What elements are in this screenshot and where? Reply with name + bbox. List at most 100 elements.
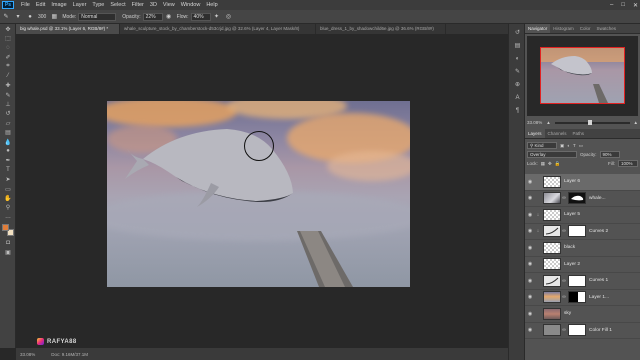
layer-row[interactable]: ◉ Layer 2	[525, 257, 640, 273]
layer-row[interactable]: ◉ sky	[525, 306, 640, 323]
layer-row[interactable]: ◉ ↓ ∞ Curves 2	[525, 224, 640, 240]
layer-mask-thumbnail[interactable]	[568, 192, 586, 205]
move-tool-icon[interactable]: ✥	[2, 25, 14, 33]
zoom-slider-knob[interactable]	[587, 119, 592, 125]
layer-name[interactable]: Layer 6	[564, 179, 580, 184]
tab-histogram[interactable]: Histogram	[550, 24, 577, 33]
rectangle-tool-icon[interactable]: ▭	[2, 185, 14, 193]
clone-source-icon[interactable]: ⊕	[512, 80, 523, 89]
lock-pixels-icon[interactable]: ▦	[541, 161, 545, 167]
layer-row[interactable]: ◉ black	[525, 240, 640, 257]
layer-thumbnail[interactable]	[543, 208, 561, 221]
foreground-color-swatch[interactable]	[2, 224, 9, 232]
layer-thumbnail[interactable]	[543, 307, 561, 320]
tab-whale-sculpture[interactable]: whale_sculpture_stock_by_chamberstock-d5…	[120, 24, 316, 34]
tab-layers[interactable]: Layers	[525, 129, 545, 138]
path-select-tool-icon[interactable]: ➤	[2, 176, 14, 184]
tab-blue-dress[interactable]: blue_dress_1_by_shadowchild6e.jpg @ 36.6…	[316, 24, 446, 34]
quick-select-tool-icon[interactable]: ✐	[2, 54, 14, 62]
navigator-preview[interactable]	[527, 36, 638, 116]
airbrush-icon[interactable]: ✦	[213, 13, 221, 21]
screen-mode-icon[interactable]: ▣	[2, 249, 14, 257]
document-canvas[interactable]	[107, 101, 410, 287]
layer-row[interactable]: ◉ ∞ Curves 1	[525, 273, 640, 290]
zoom-in-icon[interactable]: ▲	[634, 120, 638, 125]
layer-name[interactable]: Layer 5	[564, 212, 580, 217]
properties-icon[interactable]: ▤	[512, 41, 523, 50]
blend-mode-select[interactable]: Overlay	[527, 151, 577, 158]
eye-icon[interactable]: ◉	[525, 228, 535, 234]
layer-row[interactable]: ◉ ∞ whale...	[525, 191, 640, 207]
navigator-zoom-value[interactable]: 33.08%	[527, 120, 542, 125]
layer-row[interactable]: ◉ Layer 6	[525, 174, 640, 191]
canvas-area[interactable]	[16, 34, 508, 348]
minimize-icon[interactable]: –	[610, 2, 613, 8]
menu-filter[interactable]: Filter	[129, 0, 147, 10]
layer-opacity-field[interactable]: 90%	[599, 151, 620, 158]
zoom-out-icon[interactable]: ▲	[546, 120, 550, 125]
lock-position-icon[interactable]: ✥	[548, 161, 552, 167]
tab-swatches[interactable]: Swatches	[594, 24, 620, 33]
fill-field[interactable]: 100%	[618, 160, 638, 167]
layer-name[interactable]: Curves 2	[589, 229, 608, 234]
hand-tool-icon[interactable]: ✋	[2, 194, 14, 202]
history-brush-tool-icon[interactable]: ↺	[2, 110, 14, 118]
menu-edit[interactable]: Edit	[33, 0, 48, 10]
layer-thumbnail[interactable]	[543, 258, 561, 271]
link-icon[interactable]: ∞	[561, 294, 567, 300]
type-tool-icon[interactable]: T	[2, 166, 14, 174]
menu-image[interactable]: Image	[48, 0, 69, 10]
mode-select[interactable]: Normal	[78, 12, 117, 21]
layer-list[interactable]: ◉ Layer 6 ◉ ∞ whale... ◉ ↓ Layer 5 ◉ ↓ ∞ Curves 2 ◉ b…	[525, 174, 640, 360]
layer-name[interactable]: black	[564, 245, 575, 250]
character-icon[interactable]: A	[512, 93, 523, 102]
layer-thumbnail[interactable]	[543, 324, 561, 337]
menu-window[interactable]: Window	[178, 0, 204, 10]
history-icon[interactable]: ↺	[512, 28, 523, 37]
tab-navigator[interactable]: Navigator	[525, 24, 551, 33]
zoom-tool-icon[interactable]: ⚲	[2, 204, 14, 212]
crop-tool-icon[interactable]: ⌗	[2, 63, 14, 71]
marquee-tool-icon[interactable]: ⬚	[2, 35, 14, 43]
kind-filter[interactable]: ⚲ Kind	[527, 142, 557, 149]
menu-layer[interactable]: Layer	[70, 0, 90, 10]
tab-paths[interactable]: Paths	[570, 129, 588, 138]
healing-brush-tool-icon[interactable]: ✚	[2, 82, 14, 90]
adjustments-icon[interactable]: ◐	[512, 54, 523, 63]
more-tools-icon[interactable]: …	[2, 213, 14, 221]
blur-tool-icon[interactable]: 💧	[2, 138, 14, 146]
eye-icon[interactable]: ◉	[525, 311, 535, 317]
layer-thumbnail[interactable]	[543, 175, 561, 188]
link-icon[interactable]: ∞	[561, 195, 567, 201]
menu-file[interactable]: File	[18, 0, 33, 10]
layer-mask-thumbnail[interactable]	[568, 225, 586, 238]
link-icon[interactable]: ∞	[561, 228, 567, 234]
eye-icon[interactable]: ◉	[525, 195, 535, 201]
eye-icon[interactable]: ◉	[525, 212, 535, 218]
eye-icon[interactable]: ◉	[525, 245, 535, 251]
tab-channels[interactable]: Channels	[545, 129, 570, 138]
layer-row[interactable]: ◉ ∞ Layer 1...	[525, 290, 640, 306]
brush-tool-icon[interactable]: ✎	[2, 91, 14, 99]
eraser-tool-icon[interactable]: ▱	[2, 119, 14, 127]
close-icon[interactable]: ✕	[633, 2, 638, 9]
layer-name[interactable]: Color Fill 1	[589, 328, 612, 333]
menu-type[interactable]: Type	[89, 0, 107, 10]
link-icon[interactable]: ∞	[561, 278, 567, 284]
layer-name[interactable]: sky	[564, 311, 571, 316]
layer-row[interactable]: ◉ ↓ Layer 5	[525, 207, 640, 224]
brush-panel-icon[interactable]: ✎	[512, 67, 523, 76]
dodge-tool-icon[interactable]: ●	[2, 147, 14, 155]
zoom-slider[interactable]	[554, 119, 630, 125]
eyedropper-tool-icon[interactable]: ⁄	[2, 72, 14, 80]
menu-select[interactable]: Select	[107, 0, 128, 10]
menu-help[interactable]: Help	[203, 0, 220, 10]
layer-name[interactable]: whale...	[589, 196, 606, 201]
lock-all-icon[interactable]: 🔒	[555, 161, 561, 167]
eye-icon[interactable]: ◉	[525, 294, 535, 300]
filter-adjustment-icon[interactable]: ◐	[567, 143, 570, 148]
flow-field[interactable]: 40%	[190, 12, 211, 21]
layer-name[interactable]: Layer 2	[564, 262, 580, 267]
brush-preset-icon[interactable]: ●	[26, 13, 34, 21]
tab-big-whale[interactable]: big whale.psd @ 33.1% (Layer 6, RGB/8#) …	[16, 24, 120, 34]
